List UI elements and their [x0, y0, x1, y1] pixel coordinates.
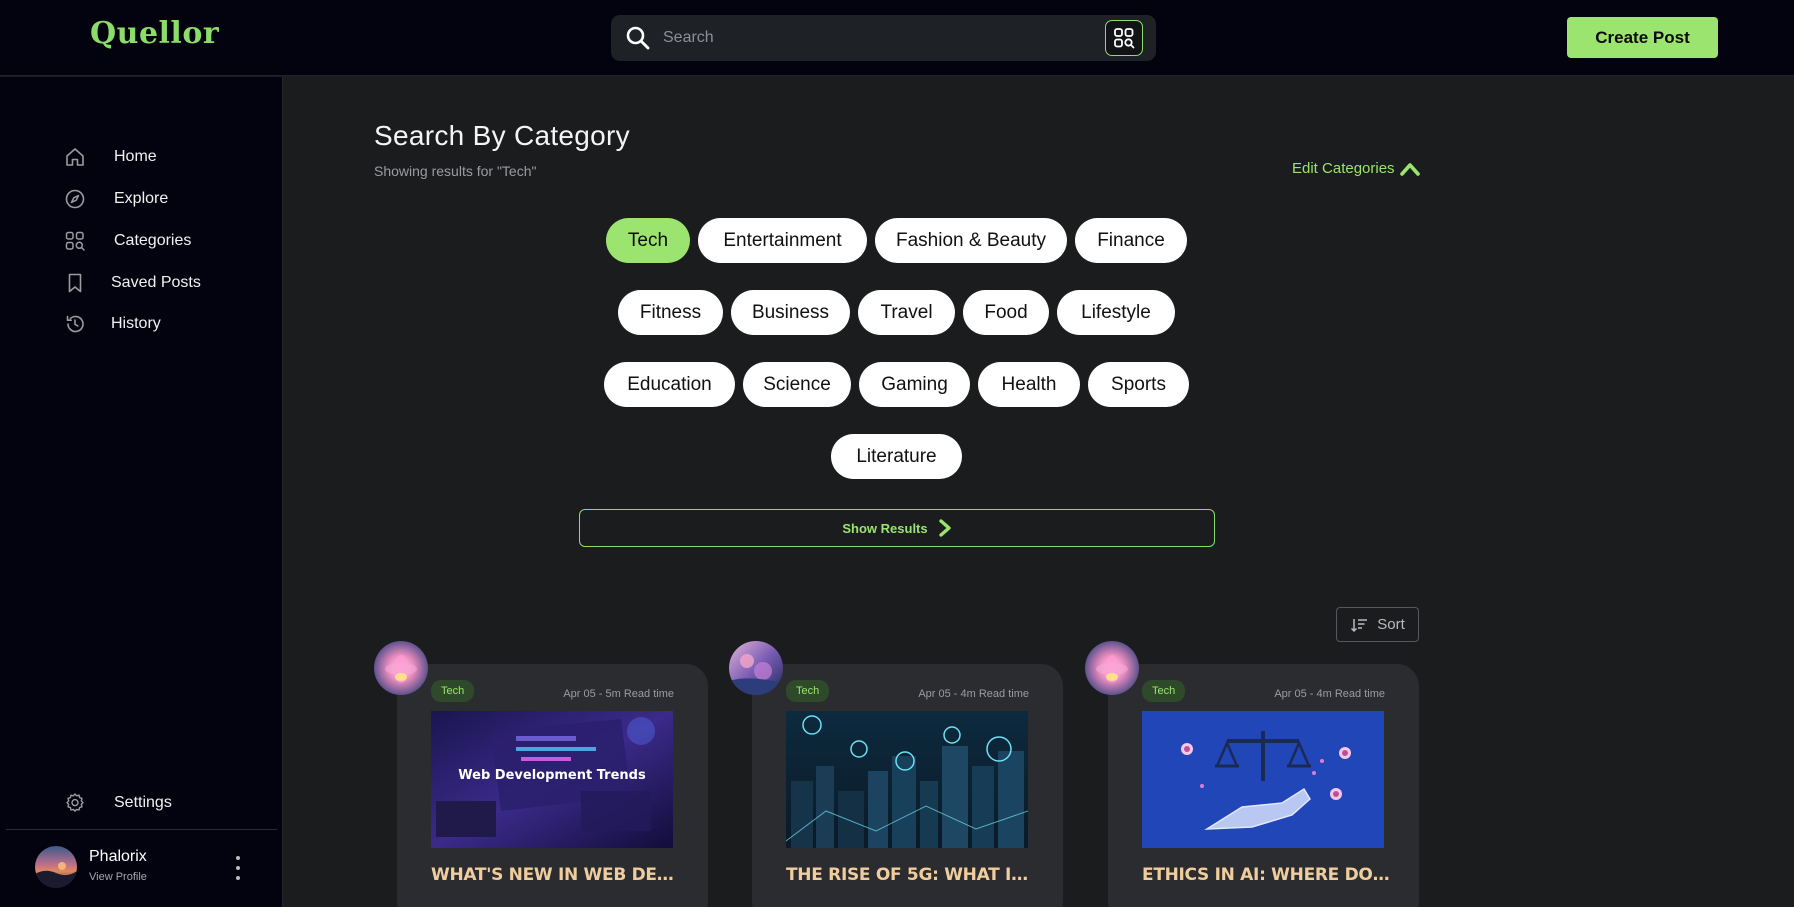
sort-label: Sort: [1377, 616, 1405, 633]
post-title[interactable]: WHAT'S NEW IN WEB DEVELOPME...: [431, 865, 681, 885]
home-icon: [64, 146, 86, 168]
post-tag[interactable]: Tech: [1142, 680, 1186, 702]
sidebar-item-label: History: [111, 315, 161, 332]
chevron-right-icon: [938, 519, 951, 537]
post-tag[interactable]: Tech: [431, 680, 475, 702]
category-chip[interactable]: Education: [604, 362, 735, 407]
post-meta: Apr 05 - 4m Read time: [1274, 688, 1385, 700]
profile-section[interactable]: Phalorix View Profile: [35, 846, 275, 892]
sidebar-item-label: Categories: [114, 232, 192, 249]
post-meta: Apr 05 - 5m Read time: [563, 688, 674, 700]
category-chip[interactable]: Travel: [858, 290, 955, 335]
sidebar-item-settings[interactable]: Settings: [64, 790, 172, 816]
category-chip[interactable]: Lifestyle: [1057, 290, 1175, 335]
sidebar-item-categories[interactable]: Categories: [64, 228, 191, 254]
sidebar-item-label: Saved Posts: [111, 274, 201, 291]
create-post-button[interactable]: Create Post: [1567, 17, 1718, 58]
author-avatar[interactable]: [1085, 641, 1139, 695]
top-bar: Quellor Create Post: [0, 0, 1794, 76]
compass-icon: [64, 188, 86, 210]
show-results-button[interactable]: Show Results: [579, 509, 1215, 547]
view-profile-link[interactable]: View Profile: [89, 871, 147, 883]
category-chip[interactable]: Fitness: [618, 290, 723, 335]
category-chip[interactable]: Food: [963, 290, 1049, 335]
category-chip[interactable]: Business: [731, 290, 850, 335]
category-chip[interactable]: Fashion & Beauty: [875, 218, 1067, 263]
sort-button[interactable]: Sort: [1336, 607, 1419, 642]
category-chip[interactable]: Sports: [1088, 362, 1189, 407]
edit-categories-label: Edit Categories: [1292, 160, 1395, 177]
category-chip[interactable]: Gaming: [859, 362, 970, 407]
bookmark-icon: [64, 272, 86, 294]
more-options-icon[interactable]: [231, 856, 245, 880]
sidebar-item-label: Settings: [114, 794, 172, 811]
post-tag[interactable]: Tech: [786, 680, 830, 702]
sidebar-item-label: Explore: [114, 190, 169, 207]
author-avatar[interactable]: [374, 641, 428, 695]
category-chip[interactable]: Literature: [831, 434, 962, 479]
category-chip[interactable]: Entertainment: [698, 218, 867, 263]
post-meta: Apr 05 - 4m Read time: [918, 688, 1029, 700]
category-chip[interactable]: Science: [743, 362, 851, 407]
post-thumbnail-text: Web Development Trends: [458, 768, 646, 783]
sidebar-item-saved-posts[interactable]: Saved Posts: [64, 270, 201, 296]
results-subtitle: Showing results for "Tech": [374, 163, 537, 179]
post-thumbnail[interactable]: [1142, 711, 1384, 848]
avatar[interactable]: [35, 846, 77, 888]
post-thumbnail[interactable]: Web Development Trends: [431, 711, 673, 848]
post-title[interactable]: ETHICS IN AI: WHERE DO WE DRA...: [1142, 865, 1392, 885]
chevron-up-icon: [1399, 162, 1420, 176]
page-title: Search By Category: [374, 120, 630, 151]
category-chip[interactable]: Finance: [1075, 218, 1187, 263]
history-icon: [64, 313, 86, 335]
search-input[interactable]: [663, 23, 1083, 53]
sidebar-item-explore[interactable]: Explore: [64, 186, 168, 212]
category-chip[interactable]: Health: [978, 362, 1080, 407]
search-filter-button[interactable]: [1105, 20, 1143, 56]
sidebar: Home Explore Categories Saved Posts Hist…: [0, 77, 283, 907]
grid-search-icon: [1114, 28, 1135, 49]
sidebar-item-label: Home: [114, 148, 157, 165]
post-card[interactable]: Tech Apr 05 - 4m Read time THE RISE OF 5…: [752, 664, 1063, 907]
categories-icon: [64, 230, 86, 252]
search-bar: [611, 15, 1156, 61]
sidebar-item-home[interactable]: Home: [64, 144, 157, 170]
app-logo[interactable]: Quellor: [90, 16, 219, 51]
edit-categories-button[interactable]: Edit Categories: [1292, 160, 1421, 177]
sort-icon: [1351, 618, 1368, 632]
show-results-label: Show Results: [842, 520, 928, 536]
sidebar-item-history[interactable]: History: [64, 311, 161, 337]
category-chip[interactable]: Tech: [606, 218, 690, 263]
post-thumbnail[interactable]: [786, 711, 1028, 848]
post-title[interactable]: THE RISE OF 5G: WHAT IT MEANS ...: [786, 865, 1036, 885]
profile-name: Phalorix: [89, 848, 147, 865]
sidebar-divider: [6, 829, 277, 830]
post-card[interactable]: Tech Apr 05 - 5m Read time Web Developme…: [397, 664, 708, 907]
post-card[interactable]: Tech Apr 05 - 4m Read time ETHICS IN AI:…: [1108, 664, 1419, 907]
author-avatar[interactable]: [729, 641, 783, 695]
gear-icon: [64, 792, 86, 814]
search-icon: [626, 26, 650, 50]
